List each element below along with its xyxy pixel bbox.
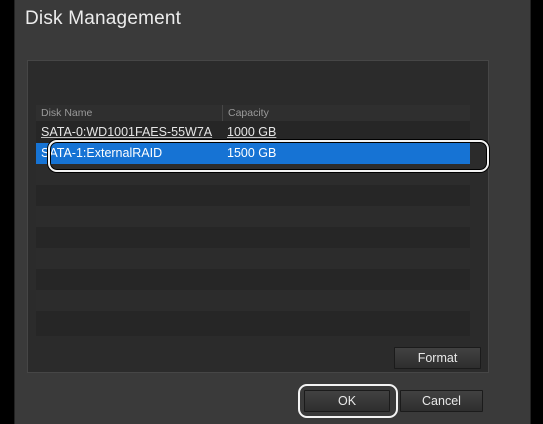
capacity-cell: 1500 GB	[227, 146, 277, 160]
empty-row	[36, 185, 470, 206]
empty-row	[36, 206, 470, 227]
empty-row	[36, 248, 470, 269]
ok-button[interactable]: OK	[304, 390, 390, 412]
table-row[interactable]: SATA-0:WD1001FAES-55W7A 1000 GB	[36, 122, 470, 143]
empty-row	[36, 311, 470, 336]
empty-row	[36, 164, 470, 185]
table-row-selected[interactable]: SATA-1:ExternalRAID 1500 GB	[36, 143, 470, 164]
format-button[interactable]: Format	[394, 347, 481, 369]
table-header: Disk Name Capacity	[36, 105, 470, 121]
disk-name-cell: SATA-0:WD1001FAES-55W7A	[41, 125, 213, 139]
empty-row	[36, 290, 470, 311]
disk-table: Disk Name Capacity SATA-0:WD1001FAES-55W…	[36, 105, 470, 336]
column-header-capacity[interactable]: Capacity	[222, 105, 269, 121]
column-header-disk-name[interactable]: Disk Name	[41, 105, 92, 121]
dialog-title: Disk Management	[25, 8, 182, 29]
empty-row	[36, 227, 470, 248]
empty-row	[36, 269, 470, 290]
disk-name-cell: SATA-1:ExternalRAID	[41, 146, 163, 160]
capacity-cell: 1000 GB	[227, 125, 277, 139]
cancel-button[interactable]: Cancel	[400, 390, 483, 412]
